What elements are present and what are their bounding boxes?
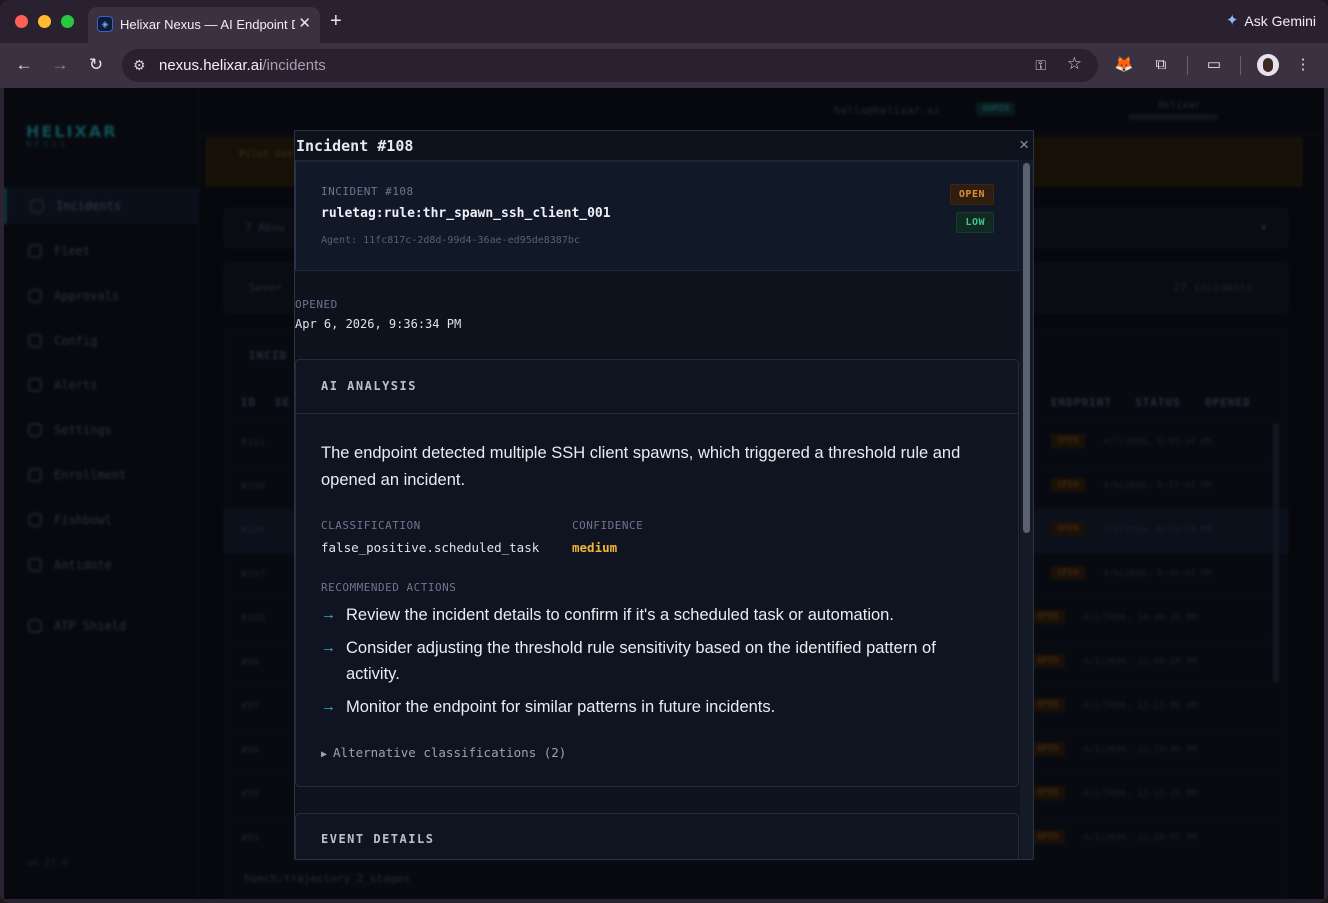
site-settings-icon[interactable]: ⚙ [133,55,146,75]
chrome-menu-icon[interactable]: ⋮ [1293,54,1313,76]
recommended-actions-label: RECOMMENDED ACTIONS [321,581,457,594]
action-text: Consider adjusting the threshold rule se… [346,639,936,683]
close-tab-icon[interactable]: ✕ [298,14,311,34]
browser-toolbar: ← → ↻ ⚙ nexus.helixar.ai/incidents ⚿ ☆ 🦊… [0,43,1328,88]
event-details-title: EVENT DETAILS [321,832,435,846]
cast-screen-icon[interactable]: ▭ [1202,54,1226,76]
ai-analysis-header: AI ANALYSIS [296,360,1018,414]
classification-label: CLASSIFICATION [321,519,421,532]
extensions-puzzle-icon[interactable]: ⧉ [1150,54,1172,76]
arrow-right-icon: → [321,698,336,715]
agent-id: Agent: 11fc817c-2d8d-99d4-36ae-ed95de838… [321,235,580,246]
helixar-favicon-icon: ◈ [97,16,113,32]
ask-gemini-label: Ask Gemini [1244,13,1316,29]
incident-tag: INCIDENT #108 [321,185,414,198]
tab-title: Helixar Nexus — AI Endpoint Detection [120,17,295,32]
tab-strip: ◈ Helixar Nexus — AI Endpoint Detection … [0,0,1328,43]
profile-avatar[interactable] [1257,54,1279,76]
metamask-fox-icon[interactable]: 🦊 [1113,54,1135,76]
action-text: Review the incident details to confirm i… [346,606,894,624]
confidence-value: medium [572,540,618,555]
status-badge: OPEN [949,184,994,205]
alternative-classifications-toggle[interactable]: ▶ Alternative classifications (2) [321,745,566,760]
disclosure-triangle-icon: ▶ [321,749,328,760]
ask-gemini-button[interactable]: ✦ Ask Gemini [1226,10,1316,32]
opened-label: OPENED [295,298,338,311]
classification-value: false_positive.scheduled_task [321,540,540,555]
recommended-action: → Consider adjusting the threshold rule s… [321,635,991,687]
severity-badge: LOW [956,212,994,233]
alternative-classifications-label: Alternative classifications (2) [333,745,567,760]
event-details-card: EVENT DETAILS [295,813,1019,859]
modal-title: Incident #108 [296,137,414,155]
action-text: Monitor the endpoint for similar pattern… [346,698,776,716]
rule-name: ruletag:rule:thr_spawn_ssh_client_001 [321,206,611,221]
new-tab-button[interactable]: + [330,10,342,32]
password-key-icon[interactable]: ⚿ [1035,55,1046,75]
reload-icon[interactable]: ↻ [84,54,108,76]
toolbar-divider [1187,56,1188,75]
incident-header-card: INCIDENT #108 ruletag:rule:thr_spawn_ssh… [295,161,1019,271]
toolbar-divider [1240,56,1241,75]
close-window-button[interactable] [15,15,28,28]
gemini-sparkle-icon: ✦ [1225,12,1239,29]
arrow-right-icon: → [321,639,336,656]
close-icon[interactable]: × [1019,136,1029,154]
back-arrow-icon[interactable]: ← [12,54,36,76]
modal-scrollbar-thumb[interactable] [1023,163,1030,533]
url-text[interactable]: nexus.helixar.ai/incidents [159,56,326,75]
recommended-action: → Monitor the endpoint for similar patter… [321,694,991,720]
ai-summary: The endpoint detected multiple SSH clien… [321,444,961,489]
arrow-right-icon: → [321,606,336,623]
minimize-window-button[interactable] [38,15,51,28]
ai-analysis-title: AI ANALYSIS [321,379,417,393]
incident-detail-modal: Incident #108 × INCIDENT #108 ruletag:ru… [294,130,1034,860]
forward-arrow-icon[interactable]: → [48,54,72,76]
browser-window: ◈ Helixar Nexus — AI Endpoint Detection … [0,0,1328,903]
opened-value: Apr 6, 2026, 9:36:34 PM [295,317,462,331]
confidence-label: CONFIDENCE [572,519,644,532]
bookmark-star-icon[interactable]: ☆ [1067,54,1082,74]
modal-body: INCIDENT #108 ruletag:rule:thr_spawn_ssh… [295,160,1019,859]
tab-helixar-nexus[interactable]: ◈ Helixar Nexus — AI Endpoint Detection … [88,7,320,43]
recommended-action: → Review the incident details to confirm … [321,602,991,628]
ai-analysis-card: AI ANALYSIS The endpoint detected multip… [295,359,1019,787]
address-bar[interactable]: ⚙ nexus.helixar.ai/incidents ⚿ ☆ [122,49,1098,82]
maximize-window-button[interactable] [61,15,74,28]
